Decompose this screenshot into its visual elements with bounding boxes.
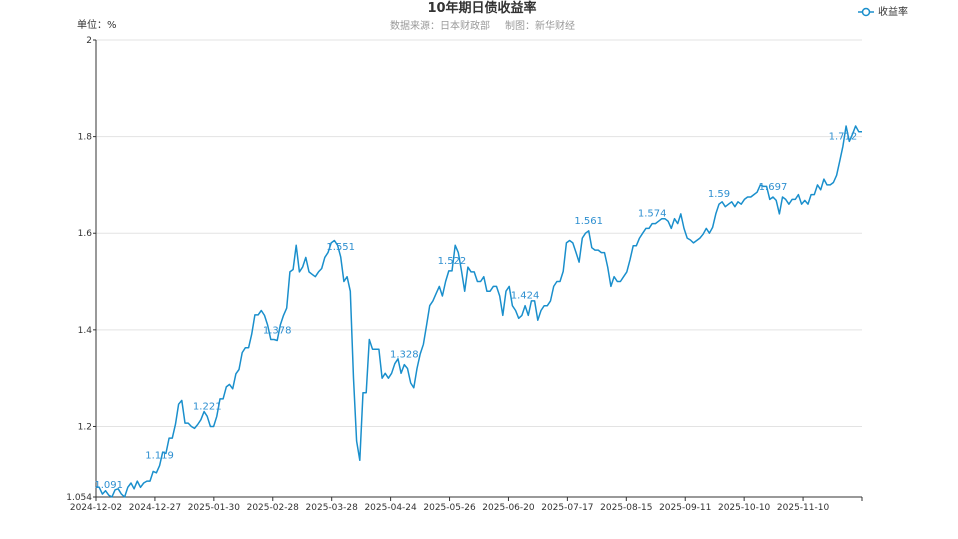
data-label: 1.712 bbox=[829, 131, 858, 142]
legend[interactable]: 收益率 bbox=[858, 5, 908, 18]
x-tick-label: 2025-10-10 bbox=[718, 503, 771, 513]
data-label: 1.119 bbox=[145, 451, 174, 462]
series-line-group bbox=[95, 125, 862, 498]
data-label: 1.59 bbox=[708, 189, 730, 200]
data-label: 1.574 bbox=[638, 209, 667, 220]
x-tick-label: 2024-12-27 bbox=[129, 503, 181, 513]
x-tick-label: 2025-08-15 bbox=[600, 503, 652, 513]
data-label: 1.221 bbox=[193, 401, 222, 412]
x-tick-label: 2025-01-30 bbox=[188, 503, 241, 513]
data-label: 1.697 bbox=[759, 182, 788, 193]
x-tick-label: 2025-05-26 bbox=[423, 503, 476, 513]
x-tick-label: 2025-02-28 bbox=[247, 503, 300, 513]
data-label: 1.091 bbox=[94, 480, 123, 491]
x-axis: 2024-12-02 2024-12-27 2025-01-30 2025-02-28… bbox=[70, 496, 863, 513]
data-label: 1.328 bbox=[390, 350, 419, 361]
y-tick-label: 1.4 bbox=[78, 326, 93, 336]
x-tick-label: 2025-06-20 bbox=[482, 503, 535, 513]
x-tick-label: 2025-11-10 bbox=[777, 503, 830, 513]
chart-title: 10年期日债收益率 bbox=[427, 0, 536, 16]
data-label-group: 1.091 1.119 1.221 1.378 1.551 1.328 1.522 1.424… bbox=[94, 131, 857, 491]
y-tick-label: 1.2 bbox=[78, 422, 92, 432]
x-tick-label: 2024-12-02 bbox=[70, 503, 122, 513]
legend-marker-icon bbox=[861, 7, 871, 17]
x-tick-label: 2025-09-11 bbox=[659, 503, 711, 513]
data-label: 1.424 bbox=[511, 291, 540, 302]
y-tick-label: 1.8 bbox=[78, 133, 93, 143]
data-label: 1.378 bbox=[263, 325, 292, 336]
legend-label: 收益率 bbox=[878, 5, 908, 18]
chart-author: 制图：新华财经 bbox=[505, 19, 575, 32]
x-tick-label: 2025-03-28 bbox=[306, 503, 359, 513]
unit-label: 单位：% bbox=[77, 18, 117, 31]
x-tick-label: 2025-04-24 bbox=[364, 503, 417, 513]
y-tick-label: 1.6 bbox=[78, 229, 93, 239]
data-label: 1.551 bbox=[326, 242, 355, 253]
chart-source: 数据来源：日本财政部 bbox=[390, 19, 490, 32]
y-tick-label: 1.054 bbox=[66, 493, 92, 503]
data-label: 1.522 bbox=[438, 256, 467, 267]
series-line-收益率 bbox=[95, 125, 862, 498]
y-axis: 1.054 1.2 1.4 1.6 1.8 2 bbox=[66, 36, 97, 503]
x-tick-label: 2025-07-17 bbox=[541, 503, 593, 513]
data-label: 1.561 bbox=[574, 216, 603, 227]
chart-canvas: 10年期日债收益率 数据来源：日本财政部 制图：新华财经 单位：% 收益率 1.… bbox=[66, 0, 908, 513]
y-tick-label: 2 bbox=[86, 36, 92, 46]
gridlines bbox=[96, 39, 862, 427]
